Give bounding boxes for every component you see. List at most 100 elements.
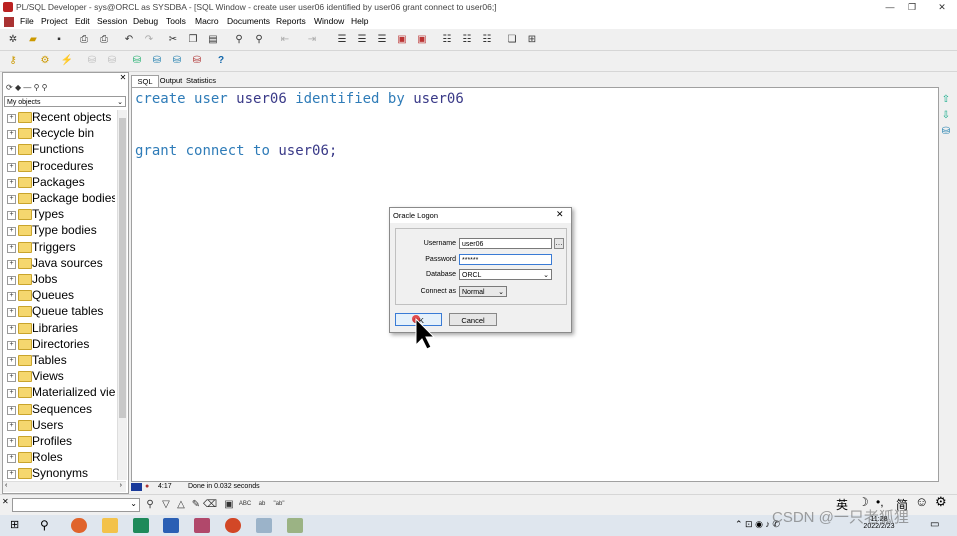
nav-back-icon[interactable]: ⇤ xyxy=(278,33,292,46)
expand-icon[interactable]: + xyxy=(7,211,16,221)
expand-icon[interactable]: + xyxy=(7,243,16,253)
network-app-icon[interactable] xyxy=(256,518,272,533)
find-input[interactable]: ⌄ xyxy=(12,498,140,512)
tile-icon[interactable]: ⊞ xyxy=(525,33,539,46)
windows-icon[interactable]: ❏ xyxy=(505,33,519,46)
help-icon[interactable]: ? xyxy=(214,54,228,67)
find-icon[interactable]: ⚲ xyxy=(232,33,246,46)
find-object-icon[interactable]: ⚲ xyxy=(42,83,48,92)
filter-icon[interactable]: ◆ xyxy=(15,83,21,92)
find-prev-icon[interactable]: △ xyxy=(174,498,188,511)
execute-icon[interactable]: ⚙ xyxy=(38,54,52,67)
whole-word-icon[interactable]: ABC xyxy=(238,498,252,511)
save-icon[interactable]: ▪ xyxy=(52,33,66,46)
search-icon[interactable]: ⚲ xyxy=(34,83,40,92)
expand-icon[interactable]: + xyxy=(7,114,16,123)
minimize-icon[interactable]: — xyxy=(884,2,896,13)
expand-icon[interactable]: + xyxy=(7,357,16,366)
connection-icon[interactable]: ⛁ xyxy=(150,54,164,67)
menu-macro[interactable]: Macro xyxy=(195,16,219,26)
format-icon[interactable]: ☷ xyxy=(460,33,474,46)
collapse-icon[interactable]: — xyxy=(23,83,31,92)
rules-icon[interactable]: ☷ xyxy=(480,33,494,46)
scroll-left-icon[interactable]: ‹ xyxy=(5,482,7,489)
ime-settings-icon[interactable]: ⚙ xyxy=(935,494,947,510)
expand-icon[interactable]: + xyxy=(7,292,16,302)
plsql-developer-icon[interactable] xyxy=(194,518,210,533)
close-icon[interactable]: ✕ xyxy=(936,2,948,13)
print-icon[interactable]: ⎙ xyxy=(77,33,91,46)
expand-icon[interactable]: + xyxy=(7,227,16,237)
powerpoint-icon[interactable] xyxy=(225,518,241,533)
ime-emoji-icon[interactable]: ☺ xyxy=(915,494,928,509)
expand-icon[interactable]: + xyxy=(7,405,16,415)
tab-statistics[interactable]: Statistics xyxy=(185,76,217,86)
nav-forward-icon[interactable]: ⇥ xyxy=(305,33,319,46)
unindent-icon[interactable]: ☰ xyxy=(355,33,369,46)
menu-reports[interactable]: Reports xyxy=(276,16,306,26)
database-select[interactable]: ORCL ⌄ xyxy=(459,269,552,280)
close-find-icon[interactable]: ✕ xyxy=(2,497,10,506)
logon-icon[interactable]: ⛁ xyxy=(130,54,144,67)
word-icon[interactable] xyxy=(163,518,179,533)
notification-icon[interactable]: ▭ xyxy=(930,519,939,530)
scrollbar-thumb[interactable] xyxy=(119,118,126,418)
tree-hscrollbar[interactable]: ‹ › xyxy=(3,481,126,492)
password-field[interactable]: ****** xyxy=(459,254,552,265)
menu-window[interactable]: Window xyxy=(314,16,344,26)
tree-scrollbar[interactable] xyxy=(117,110,127,480)
find-next-icon[interactable]: ▽ xyxy=(159,498,173,511)
rollback-icon[interactable]: ⛁ xyxy=(105,54,119,67)
file-explorer-icon[interactable] xyxy=(102,518,118,533)
comment-icon[interactable]: ▣ xyxy=(395,33,409,46)
beautify-icon[interactable]: ☷ xyxy=(440,33,454,46)
search-icon[interactable]: ⚲ xyxy=(40,518,49,532)
quote-icon[interactable]: "ab" xyxy=(272,498,286,511)
menu-session[interactable]: Session xyxy=(97,16,127,26)
undo-icon[interactable]: ↶ xyxy=(122,33,136,46)
refresh-icon[interactable]: ⟳ xyxy=(6,83,13,92)
expand-icon[interactable]: + xyxy=(7,130,16,140)
arrow-down-icon[interactable]: ⇩ xyxy=(939,109,953,122)
uppercase-icon[interactable]: ☰ xyxy=(375,33,389,46)
menu-help[interactable]: Help xyxy=(351,16,368,26)
expand-icon[interactable]: + xyxy=(7,389,16,399)
expand-icon[interactable]: + xyxy=(7,259,16,269)
new-icon[interactable]: ✲ xyxy=(6,33,20,46)
expand-icon[interactable]: + xyxy=(7,146,16,156)
expand-icon[interactable]: + xyxy=(7,438,16,447)
tab-output[interactable]: Output xyxy=(158,76,184,86)
menu-project[interactable]: Project xyxy=(41,16,67,26)
expand-icon[interactable]: + xyxy=(7,470,16,480)
object-filter-select[interactable]: My objects ⌄ xyxy=(4,96,126,107)
expand-icon[interactable]: + xyxy=(7,324,16,334)
menu-file[interactable]: File xyxy=(20,16,34,26)
erase-icon[interactable]: ⌫ xyxy=(203,498,217,511)
session-icon[interactable]: ⛁ xyxy=(170,54,184,67)
expand-icon[interactable]: + xyxy=(7,308,16,318)
scroll-right-icon[interactable]: › xyxy=(120,482,122,489)
copy-icon[interactable]: ❐ xyxy=(186,33,200,46)
dialog-close-icon[interactable]: ✕ xyxy=(556,209,564,220)
expand-icon[interactable]: + xyxy=(7,454,16,464)
start-icon[interactable]: ⊞ xyxy=(10,520,21,531)
commit-icon[interactable]: ⛁ xyxy=(85,54,99,67)
print-preview-icon[interactable]: ⎙ xyxy=(97,33,111,46)
cut-icon[interactable]: ✂ xyxy=(166,33,180,46)
restore-icon[interactable]: ❐ xyxy=(906,2,918,13)
username-browse-button[interactable]: … xyxy=(554,238,564,249)
expand-icon[interactable]: + xyxy=(7,195,16,204)
open-icon[interactable]: ▰ xyxy=(26,33,40,46)
arrow-up-icon[interactable]: ⇧ xyxy=(939,93,953,106)
find-binoculars-icon[interactable]: ⚲ xyxy=(143,498,157,511)
expand-icon[interactable]: + xyxy=(7,162,16,172)
menu-tools[interactable]: Tools xyxy=(166,16,186,26)
replace-icon[interactable]: ⚲ xyxy=(252,33,266,46)
logoff-icon[interactable]: ⛁ xyxy=(190,54,204,67)
panel-close-icon[interactable]: ✕ xyxy=(119,73,127,82)
cancel-button[interactable]: Cancel xyxy=(449,313,497,326)
paste-icon[interactable]: ▤ xyxy=(206,33,220,46)
expand-icon[interactable]: + xyxy=(7,276,16,285)
menu-documents[interactable]: Documents xyxy=(227,16,270,26)
highlight-icon[interactable]: ✎ xyxy=(189,498,203,511)
